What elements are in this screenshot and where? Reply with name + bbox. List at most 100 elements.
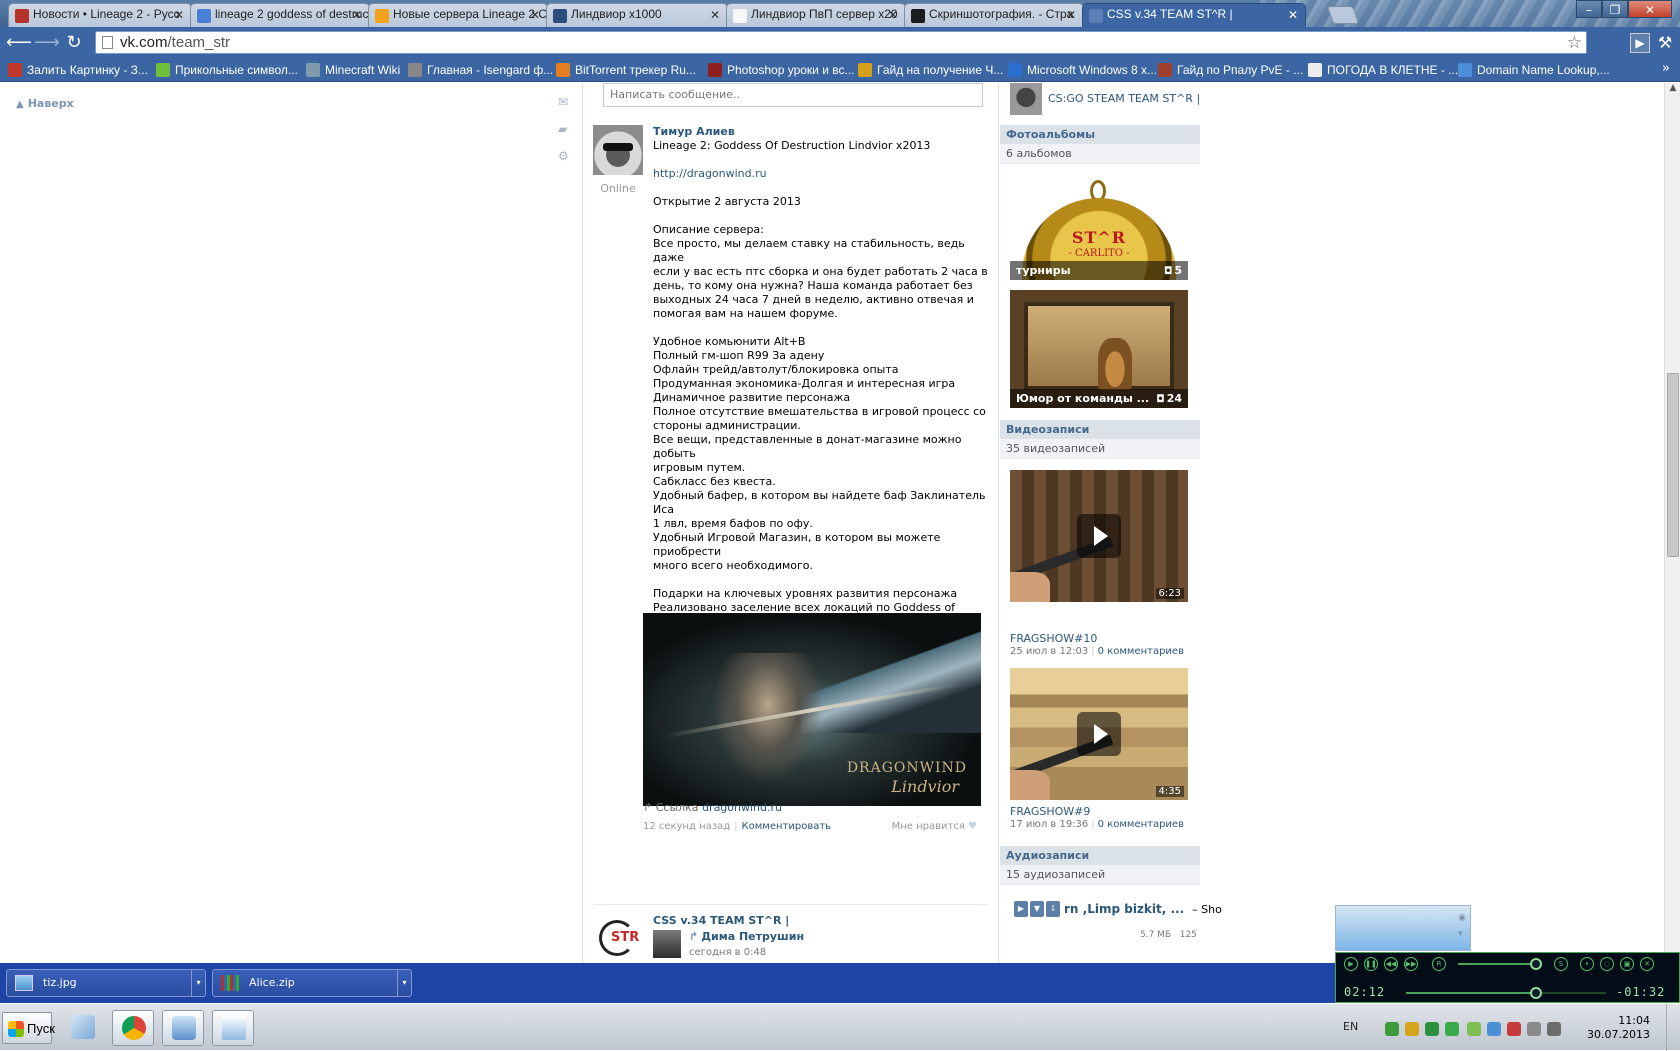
tray-icon-1[interactable] <box>1385 1022 1399 1036</box>
repeat-icon[interactable]: R <box>1432 957 1446 971</box>
video-thumb-2[interactable]: 4:35 <box>1010 668 1188 800</box>
repost-author[interactable]: ↱ Дима Петрушин <box>689 930 804 943</box>
play-icon[interactable]: ▶ <box>1344 957 1358 971</box>
album-tournaments[interactable]: ST^R - CARLITO - турниры ◘ 5 <box>1010 178 1188 280</box>
scroll-top-link[interactable]: ▲ Наверх <box>16 97 74 110</box>
volume-track[interactable] <box>1458 963 1538 965</box>
meter-controls[interactable]: ◉ ▾ <box>1458 910 1466 942</box>
reload-icon[interactable]: ↻ <box>64 33 84 53</box>
tab-close-icon[interactable]: ✕ <box>174 8 184 22</box>
minimize-icon[interactable]: – <box>1576 0 1602 18</box>
video-title[interactable]: FRAGSHOW#10 <box>1010 632 1097 645</box>
author-avatar[interactable] <box>593 125 643 175</box>
volume-knob[interactable] <box>1529 958 1542 970</box>
address-bar[interactable]: vk.com/team_str ☆ <box>95 31 1587 54</box>
add-track-icon[interactable]: ▼ <box>1030 901 1044 917</box>
bookmarks-overflow-icon[interactable]: » <box>1662 61 1670 76</box>
browser-tab[interactable]: lineage 2 goddess of destruc ✕ <box>190 3 370 27</box>
seek-knob[interactable] <box>1530 987 1542 999</box>
menu-wrench-icon[interactable]: ⚒ <box>1656 33 1674 53</box>
pause-icon[interactable]: ❚❚ <box>1364 957 1378 971</box>
bookmark-item[interactable]: Domain Name Lookup,... <box>1458 62 1610 78</box>
taskbar-notebook[interactable] <box>62 1010 104 1046</box>
tab-close-icon[interactable]: ✕ <box>710 8 720 22</box>
taskbar-editor[interactable] <box>212 1010 254 1046</box>
video-comments[interactable]: 0 комментариев <box>1098 646 1184 657</box>
prev-icon[interactable]: ◀◀ <box>1384 957 1398 971</box>
browser-tab[interactable]: Новости • Lineage 2 - Русс ✕ <box>8 3 192 27</box>
bookmark-item[interactable]: BitTorrent трекер Ru... <box>556 62 696 78</box>
download-item[interactable]: Alice.zip ▾ <box>212 969 412 997</box>
bookmark-item[interactable]: Залить Картинку - З... <box>8 62 148 78</box>
tray-icon-6[interactable] <box>1487 1022 1501 1036</box>
tab-close-icon[interactable]: ✕ <box>888 8 898 22</box>
play-icon[interactable] <box>1077 514 1121 558</box>
taskbar-downloader[interactable] <box>162 1010 204 1046</box>
comment-icon[interactable]: ▰ <box>558 122 572 149</box>
forward-icon[interactable]: ⟶ <box>34 33 60 53</box>
browser-tab[interactable]: Линдвиор ПвП сервер x20 ✕ <box>726 3 906 27</box>
envelope-icon[interactable]: ✉ <box>558 95 572 122</box>
close-window-icon[interactable]: ✕ <box>1628 0 1672 18</box>
like-button[interactable]: Мне нравится ♥ <box>892 821 977 832</box>
videos-header[interactable]: Видеозаписи <box>1000 420 1200 439</box>
scroll-up-icon[interactable]: ▲ <box>1665 83 1680 99</box>
post-text-line[interactable]: http://dragonwind.ru <box>653 167 993 181</box>
back-icon[interactable]: ⟵ <box>6 33 32 53</box>
audio-count[interactable]: 15 аудиозаписей <box>1000 865 1200 885</box>
albums-count[interactable]: 6 альбомов <box>1000 144 1200 164</box>
tab-close-icon[interactable]: ✕ <box>1288 8 1298 22</box>
post2-group-name[interactable]: CSS v.34 TEAM ST^R | <box>653 914 789 927</box>
bookmark-item[interactable]: Гайд по Рпалу PvE - ... <box>1158 62 1303 78</box>
close-player-icon[interactable]: ✕ <box>1640 957 1654 971</box>
scroll-thumb[interactable] <box>1667 373 1679 557</box>
bookmark-item[interactable]: Гайд на получение Ч... <box>858 62 1003 78</box>
comment-button[interactable]: Комментировать <box>742 821 832 832</box>
show-desktop-button[interactable] <box>1666 1004 1680 1051</box>
volume-icon[interactable] <box>1547 1022 1561 1036</box>
next-icon[interactable]: ▶▶ <box>1404 957 1418 971</box>
play-icon[interactable] <box>1077 712 1121 756</box>
shuffle-icon[interactable]: S <box>1554 957 1568 971</box>
playlist-icon[interactable]: ◌ <box>1600 957 1614 971</box>
videos-count[interactable]: 35 видеозаписей <box>1000 439 1200 459</box>
browser-tab[interactable]: Линдвиор x1000 ✕ <box>546 3 728 27</box>
download-menu-icon[interactable]: ▾ <box>191 970 205 996</box>
tray-icon-3[interactable] <box>1425 1022 1439 1036</box>
tray-icon-5[interactable] <box>1467 1022 1481 1036</box>
clock[interactable]: 11:04 30.07.2013 <box>1587 1014 1650 1042</box>
attachment-url[interactable]: dragonwind.ru <box>702 801 782 814</box>
tab-close-icon[interactable]: ✕ <box>352 8 362 22</box>
albums-header[interactable]: Фотоальбомы <box>1000 125 1200 144</box>
bookmark-item[interactable]: Прикольные символ... <box>156 62 298 78</box>
minimize-player-icon[interactable]: ▣ <box>1620 957 1634 971</box>
linked-group[interactable]: CS:GO STEAM TEAM ST^R | <box>1010 83 1200 115</box>
bookmark-item[interactable]: Photoshop уроки и вс... <box>708 62 855 78</box>
browser-tab[interactable]: Скриншотография. - Стра ✕ <box>904 3 1084 27</box>
bookmark-item[interactable]: Microsoft Windows 8 х... <box>1008 62 1157 78</box>
download-menu-icon[interactable]: ▾ <box>397 970 411 996</box>
start-button[interactable]: Пуск <box>2 1012 55 1044</box>
audio-header[interactable]: Аудиозаписи <box>1000 846 1200 865</box>
browser-tab[interactable]: CSS v.34 TEAM ST^R | ✕ <box>1082 3 1306 27</box>
album-humor[interactable]: Юмор от команды ... ◘ 24 <box>1010 290 1188 408</box>
bookmark-item[interactable]: Minecraft Wiki <box>306 62 400 78</box>
language-indicator[interactable]: EN <box>1343 1020 1358 1033</box>
tray-icon-7[interactable] <box>1507 1022 1521 1036</box>
bookmark-star-icon[interactable]: ☆ <box>1567 32 1582 53</box>
tab-close-icon[interactable]: ✕ <box>530 8 540 22</box>
extension-icon[interactable]: ▶ <box>1630 33 1650 53</box>
download-track-icon[interactable]: ⇩ <box>1046 901 1060 917</box>
group-logo[interactable]: STR <box>593 914 643 962</box>
taskbar-chrome[interactable] <box>112 1010 154 1046</box>
audio-track-title[interactable]: rn ,Limp bizkit, ... <box>1064 902 1184 916</box>
page-scrollbar[interactable]: ▲ <box>1664 83 1680 963</box>
video-thumb-1[interactable]: 6:23 <box>1010 470 1188 602</box>
gear-icon[interactable]: ⚙ <box>558 149 572 176</box>
download-item[interactable]: tiz.jpg ▾ <box>6 969 206 997</box>
tray-icon-4[interactable] <box>1445 1022 1459 1036</box>
tab-close-icon[interactable]: ✕ <box>1066 8 1076 22</box>
video-comments[interactable]: 0 комментариев <box>1098 819 1184 830</box>
browser-tab[interactable]: Новые сервера Lineage 2 C ✕ <box>368 3 548 27</box>
restore-icon[interactable]: ❐ <box>1602 0 1628 18</box>
